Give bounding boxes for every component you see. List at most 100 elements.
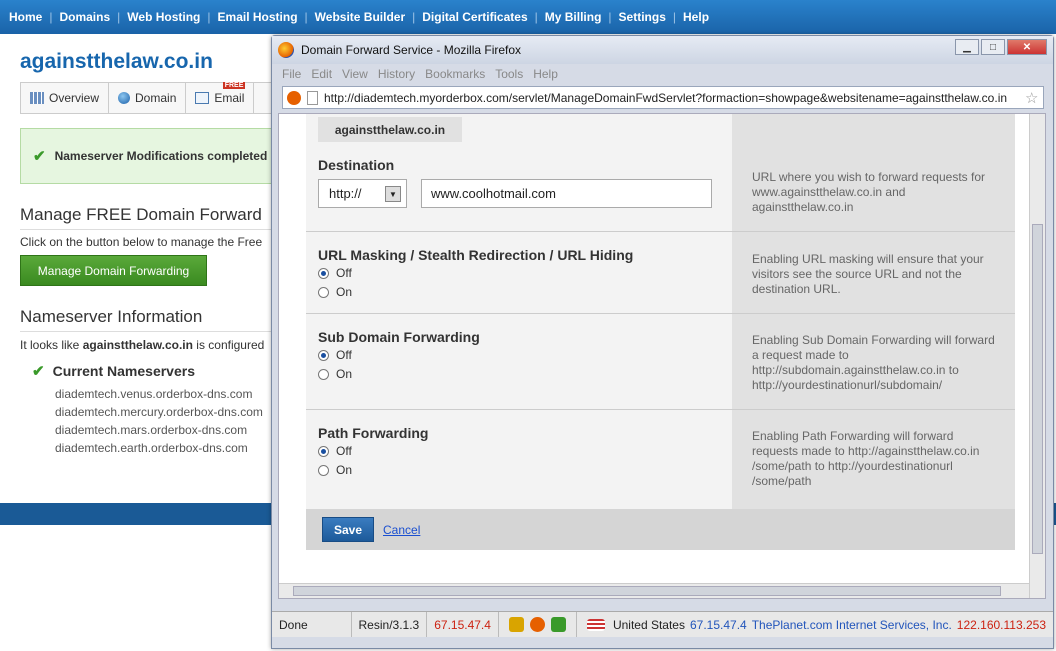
sub-domain-forwarding-label: Sub Domain Forwarding <box>318 329 480 345</box>
protocol-value: http:// <box>329 186 362 201</box>
radio-selected[interactable] <box>318 349 329 361</box>
url-masking-help: Enabling URL masking will ensure that yo… <box>752 252 984 296</box>
tab-domain-label: Domain <box>135 91 177 105</box>
sub-domain-off-option[interactable]: Off <box>318 348 352 362</box>
nameserver-text-pre: It looks like <box>20 338 83 352</box>
grid-icon <box>30 92 44 104</box>
section-divider <box>306 313 1015 314</box>
divider <box>20 331 275 332</box>
nav-web-hosting[interactable]: Web Hosting <box>120 10 207 24</box>
on-label: On <box>336 285 353 299</box>
menu-view[interactable]: View <box>342 67 368 81</box>
destination-url-input[interactable] <box>421 179 712 208</box>
path-forwarding-on-option[interactable]: On <box>318 463 352 477</box>
menu-bookmarks[interactable]: Bookmarks <box>425 67 485 81</box>
close-icon[interactable]: ✕ <box>1007 39 1047 55</box>
radio-unselected[interactable] <box>318 286 329 298</box>
section-divider <box>306 409 1015 410</box>
addon-icon[interactable] <box>550 617 566 632</box>
radio-selected[interactable] <box>318 267 329 279</box>
nameserver-heading: Nameserver Information <box>20 307 203 326</box>
nav-settings[interactable]: Settings <box>612 10 673 24</box>
firefox-icon <box>278 42 294 58</box>
status-isp: ThePlanet.com Internet Services, Inc. <box>751 617 952 632</box>
nameserver-item: diademtech.earth.orderbox-dns.com <box>55 441 248 455</box>
tab-email-label: Email <box>214 91 245 105</box>
radio-unselected[interactable] <box>318 368 329 380</box>
tab-domain[interactable]: Domain <box>109 83 187 113</box>
scrollbar-thumb[interactable] <box>293 586 1001 596</box>
sub-domain-on-option[interactable]: On <box>318 367 352 381</box>
url-masking-on-option[interactable]: On <box>318 285 352 299</box>
url-masking-label: URL Masking / Stealth Redirection / URL … <box>318 247 634 263</box>
nameserver-item: diademtech.mars.orderbox-dns.com <box>55 423 248 437</box>
menu-edit[interactable]: Edit <box>311 67 332 81</box>
address-bar[interactable]: http://diademtech.myorderbox.com/servlet… <box>282 86 1044 109</box>
top-navigation: Home | Domains | Web Hosting | Email Hostin… <box>0 0 1056 34</box>
current-nameservers-label: Current Nameservers <box>52 363 195 379</box>
path-forwarding-off-option[interactable]: Off <box>318 444 352 458</box>
site-title: againstthelaw.co.in <box>20 50 213 73</box>
status-done: Done <box>272 612 352 637</box>
status-ip-address-2: 67.15.47.4 <box>689 617 747 632</box>
nav-digital-certificates[interactable]: Digital Certificates <box>415 10 534 24</box>
tab-email[interactable]: Email FREE <box>186 82 255 113</box>
sub-domain-help: Enabling Sub Domain Forwarding will forw… <box>752 333 995 392</box>
shield-icon[interactable] <box>508 617 524 632</box>
nameserver-item: diademtech.mercury.orderbox-dns.com <box>55 405 263 419</box>
firefox-icon[interactable] <box>529 617 545 632</box>
window-title: Domain Forward Service - Mozilla Firefox <box>301 43 522 57</box>
menu-history[interactable]: History <box>378 67 415 81</box>
off-label: Off <box>336 348 352 362</box>
tab-overview-label: Overview <box>49 91 100 105</box>
window-controls: ▁ □ ✕ <box>955 39 1047 55</box>
divider <box>20 229 275 230</box>
cancel-link[interactable]: Cancel <box>383 523 420 537</box>
menu-bar: File Edit View History Bookmarks Tools H… <box>282 67 558 81</box>
success-message-box: ✔ Nameserver Modifications completed <box>20 128 280 184</box>
checkmark-icon: ✔ <box>32 363 45 380</box>
on-label: On <box>336 463 353 477</box>
us-flag-icon <box>586 618 605 631</box>
form-actions: Save Cancel <box>306 509 1015 550</box>
success-message: Nameserver Modifications completed <box>54 149 268 163</box>
domain-name-label: againstthelaw.co.in <box>318 117 462 142</box>
radio-selected[interactable] <box>318 445 329 457</box>
nav-website-builder[interactable]: Website Builder <box>308 10 412 24</box>
on-label: On <box>336 367 353 381</box>
forward-settings-panel: againstthelaw.co.in Destination http:// … <box>306 114 1015 550</box>
horizontal-scrollbar[interactable] <box>279 583 1029 598</box>
page-icon <box>307 90 318 105</box>
nameserver-item: diademtech.venus.orderbox-dns.com <box>55 387 253 401</box>
menu-file[interactable]: File <box>282 67 301 81</box>
url-text[interactable]: http://diademtech.myorderbox.com/servlet… <box>324 91 1019 105</box>
off-label: Off <box>336 266 352 280</box>
radio-unselected[interactable] <box>318 464 329 476</box>
menu-tools[interactable]: Tools <box>495 67 523 81</box>
minimize-icon[interactable]: ▁ <box>955 39 979 55</box>
path-forwarding-help: Enabling Path Forwarding will forward re… <box>752 429 980 488</box>
nav-home[interactable]: Home <box>2 10 49 24</box>
url-masking-off-option[interactable]: Off <box>318 266 352 280</box>
nav-my-billing[interactable]: My Billing <box>538 10 609 24</box>
manage-domain-forwarding-button[interactable]: Manage Domain Forwarding <box>20 255 207 286</box>
chevron-down-icon[interactable]: ▼ <box>385 186 401 202</box>
nameserver-text-domain: againstthelaw.co.in <box>82 338 193 352</box>
bookmark-star-icon[interactable]: ☆ <box>1025 89 1043 107</box>
nav-email-hosting[interactable]: Email Hosting <box>211 10 305 24</box>
scrollbar-thumb[interactable] <box>1032 224 1043 554</box>
checkmark-icon: ✔ <box>33 148 46 165</box>
nav-help[interactable]: Help <box>676 10 716 24</box>
nav-domains[interactable]: Domains <box>52 10 117 24</box>
menu-help[interactable]: Help <box>533 67 558 81</box>
manage-forwarding-text: Click on the button below to manage the … <box>20 235 263 249</box>
site-info-icon[interactable] <box>287 90 301 105</box>
protocol-select[interactable]: http:// ▼ <box>318 179 407 208</box>
maximize-icon[interactable]: □ <box>981 39 1005 55</box>
section-divider <box>306 231 1015 232</box>
tab-overview[interactable]: Overview <box>21 83 110 113</box>
current-nameservers-heading: ✔ Current Nameservers <box>32 362 195 380</box>
save-button[interactable]: Save <box>322 517 374 542</box>
vertical-scrollbar[interactable] <box>1029 114 1045 598</box>
window-titlebar[interactable]: Domain Forward Service - Mozilla Firefox… <box>272 36 1053 64</box>
